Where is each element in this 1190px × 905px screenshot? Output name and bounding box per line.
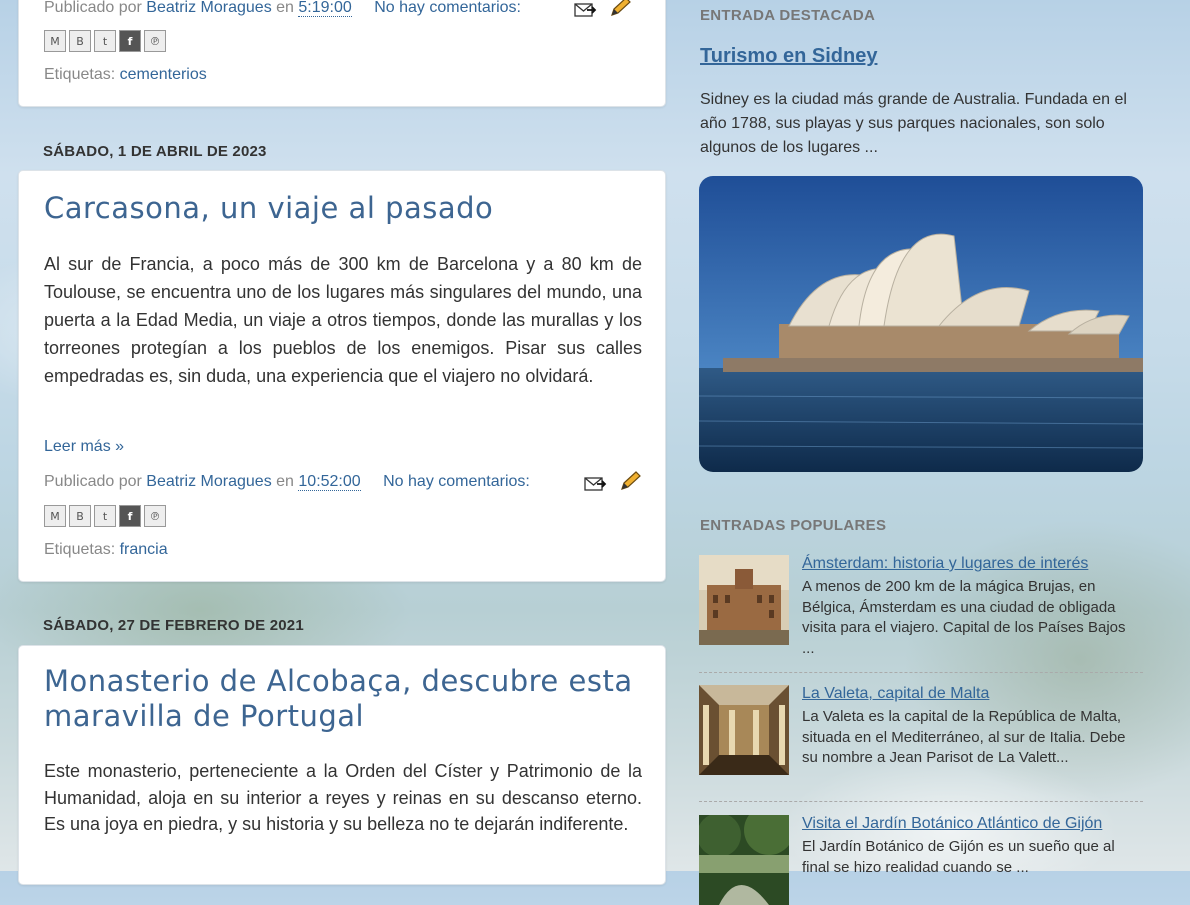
facebook-icon[interactable]: f <box>119 505 141 527</box>
post-card-cementerios: Publicado por Beatriz Moragues en 5:19:0… <box>18 0 666 107</box>
post-time-link[interactable]: 5:19:00 <box>298 0 352 17</box>
post-card-alcobaca: Monasterio de Alcobaça, descubre esta ma… <box>18 645 666 885</box>
post-labels: Etiquetas: francia <box>44 541 168 559</box>
popular-post-title[interactable]: Visita el Jardín Botánico Atlántico de G… <box>802 815 1102 833</box>
pinterest-icon[interactable]: ℗ <box>144 505 166 527</box>
featured-post-title[interactable]: Turismo en Sidney <box>700 45 877 68</box>
popular-post-thumbnail[interactable] <box>699 815 789 905</box>
label-link-cementerios[interactable]: cementerios <box>120 66 207 83</box>
divider <box>699 801 1143 802</box>
pinterest-icon[interactable]: ℗ <box>144 30 166 52</box>
edit-pencil-icon[interactable] <box>609 0 633 17</box>
labels-prefix: Etiquetas: <box>44 66 116 83</box>
post-body: Este monasterio, perteneciente a la Orde… <box>44 761 642 834</box>
post-labels: Etiquetas: cementerios <box>44 66 207 84</box>
author-link[interactable]: Beatriz Moragues <box>146 473 271 490</box>
post-body: Al sur de Francia, a poco más de 300 km … <box>44 254 642 386</box>
email-icon[interactable]: M <box>44 505 66 527</box>
popular-post-snippet: El Jardín Botánico de Gijón es un sueño … <box>802 838 1115 876</box>
blogger-icon[interactable]: B <box>69 30 91 52</box>
post-footer-meta: Publicado por Beatriz Moragues en 10:52:… <box>44 473 530 491</box>
share-buttons: M B t f ℗ <box>44 30 166 52</box>
date-header: SÁBADO, 27 DE FEBRERO DE 2021 <box>43 617 304 634</box>
post-time-link[interactable]: 10:52:00 <box>298 473 361 491</box>
read-more-link[interactable]: Leer más » <box>44 438 124 456</box>
twitter-icon[interactable]: t <box>94 30 116 52</box>
in-label: en <box>276 0 294 16</box>
valletta-image <box>699 685 789 775</box>
published-by-label: Publicado por <box>44 0 142 16</box>
popular-post-snippet: La Valeta es la capital de la República … <box>802 708 1126 766</box>
edit-pencil-icon[interactable] <box>619 471 643 491</box>
date-header: SÁBADO, 1 DE ABRIL DE 2023 <box>43 143 267 160</box>
popular-post-title[interactable]: La Valeta, capital de Malta <box>802 685 989 703</box>
post-title-link[interactable]: Monasterio de Alcobaça, descubre esta ma… <box>44 664 633 734</box>
post-title-link[interactable]: Carcasona, un viaje al pasado <box>44 191 493 226</box>
opera-house-image <box>699 176 1143 472</box>
popular-post-thumbnail[interactable] <box>699 685 789 775</box>
featured-post-image[interactable] <box>699 176 1143 472</box>
amsterdam-image <box>699 555 789 645</box>
labels-prefix: Etiquetas: <box>44 541 116 558</box>
email-icon[interactable]: M <box>44 30 66 52</box>
popular-post-thumbnail[interactable] <box>699 555 789 645</box>
post-card-carcasona: Carcasona, un viaje al pasado Al sur de … <box>18 170 666 582</box>
blogger-icon[interactable]: B <box>69 505 91 527</box>
post-title-line[interactable]: maravilla de Portugal <box>44 699 364 733</box>
published-by-label: Publicado por <box>44 473 142 490</box>
comments-link[interactable]: No hay comentarios: <box>383 473 530 490</box>
popular-post-snippet: A menos de 200 km de la mágica Brujas, e… <box>802 578 1126 657</box>
gijon-garden-image <box>699 815 789 905</box>
share-buttons: M B t f ℗ <box>44 505 166 527</box>
email-post-icon[interactable] <box>583 473 607 493</box>
twitter-icon[interactable]: t <box>94 505 116 527</box>
featured-heading: ENTRADA DESTACADA <box>700 7 876 24</box>
label-link-francia[interactable]: francia <box>120 541 168 558</box>
comments-link[interactable]: No hay comentarios: <box>374 0 521 16</box>
email-post-icon[interactable] <box>573 0 597 19</box>
popular-post-title[interactable]: Ámsterdam: historia y lugares de interés <box>802 555 1088 573</box>
in-label: en <box>276 473 294 490</box>
divider <box>699 672 1143 673</box>
facebook-icon[interactable]: f <box>119 30 141 52</box>
featured-post-text: Sidney es la ciudad más grande de Austra… <box>700 91 1127 156</box>
post-title-line[interactable]: Monasterio de Alcobaça, descubre esta <box>44 664 633 698</box>
popular-heading: ENTRADAS POPULARES <box>700 517 887 534</box>
post-footer-meta: Publicado por Beatriz Moragues en 5:19:0… <box>44 0 521 17</box>
author-link[interactable]: Beatriz Moragues <box>146 0 271 16</box>
